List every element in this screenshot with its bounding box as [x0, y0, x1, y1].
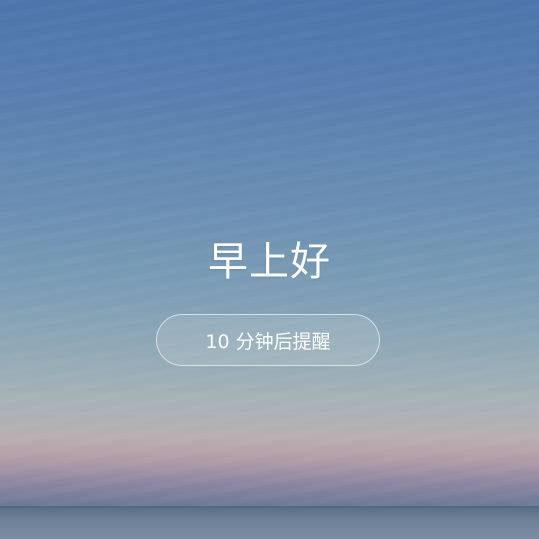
greeting-text: 早上好	[208, 239, 331, 285]
alarm-screen: 早上好 10 分钟后提醒	[0, 0, 539, 539]
sea-background	[0, 508, 539, 539]
snooze-button[interactable]: 10 分钟后提醒	[156, 314, 380, 366]
horizon-glow	[0, 420, 539, 480]
snooze-button-label: 10 分钟后提醒	[205, 330, 331, 353]
